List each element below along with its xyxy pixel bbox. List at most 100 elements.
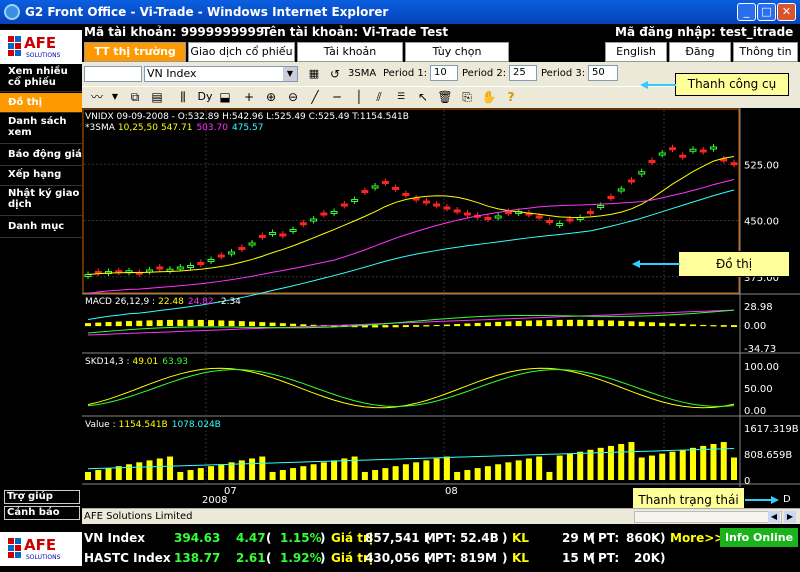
sidebar-item-chart[interactable]: Đồ thị bbox=[0, 93, 82, 113]
refresh-icon[interactable]: ↺ bbox=[326, 65, 344, 83]
macd-bar bbox=[536, 320, 543, 327]
line-chart-icon[interactable]: 〰 bbox=[88, 88, 106, 106]
hand-icon[interactable]: ✋ bbox=[480, 88, 498, 106]
macd-bar bbox=[648, 322, 655, 327]
sidebar-item-price-alert[interactable]: Báo động giá bbox=[0, 146, 82, 166]
macd-bar bbox=[433, 325, 440, 327]
info-online-button[interactable]: Info Online bbox=[720, 528, 798, 547]
close-button[interactable]: ✕ bbox=[777, 3, 796, 21]
candle-body bbox=[422, 200, 430, 204]
period-icon[interactable]: Dy bbox=[196, 88, 214, 106]
zoom-out-icon[interactable]: ⊖ bbox=[284, 88, 302, 106]
help-button[interactable]: Trợ giúp bbox=[4, 490, 80, 504]
vnindex-name: VN Index bbox=[84, 531, 145, 545]
macd-bar bbox=[105, 322, 112, 327]
candle-body bbox=[392, 187, 400, 190]
tab-trading[interactable]: Giao dịch cổ phiếu bbox=[188, 42, 295, 62]
stock-chart[interactable]: 375.00450.00525.0028.980.00-34.73100.005… bbox=[82, 108, 800, 508]
minimize-button[interactable]: _ bbox=[737, 3, 756, 21]
chevron-down-icon[interactable]: ▼ bbox=[283, 67, 297, 81]
tab-english[interactable]: English bbox=[605, 42, 667, 62]
copy-icon[interactable]: ⎘ bbox=[458, 88, 476, 106]
candle-body bbox=[238, 247, 246, 250]
color-grid-icon[interactable]: ▦ bbox=[305, 65, 323, 83]
help-icon[interactable]: ? bbox=[502, 88, 520, 106]
value-bar bbox=[648, 455, 655, 480]
tab-info[interactable]: Thông tin bbox=[733, 42, 798, 62]
skd-v1: 49.01 bbox=[132, 357, 158, 367]
date-icon[interactable]: ⬓ bbox=[216, 88, 234, 106]
scroll-right-icon[interactable]: ▶ bbox=[784, 511, 796, 523]
macd-bar bbox=[597, 320, 604, 327]
sidebar-item-journal[interactable]: Nhật ký giao dịch bbox=[0, 188, 82, 216]
period2-input[interactable]: 25 bbox=[509, 65, 537, 81]
fibo-icon[interactable]: ☰ bbox=[392, 88, 410, 106]
maximize-button[interactable]: □ bbox=[757, 3, 776, 21]
scroll-left-icon[interactable]: ◀ bbox=[768, 511, 780, 523]
symbol-select[interactable]: VN Index ▼ bbox=[144, 66, 298, 82]
delete-icon[interactable]: 🗑 bbox=[436, 88, 454, 106]
tab-account[interactable]: Tài khoản bbox=[297, 42, 403, 62]
chart-type-dropdown-icon[interactable]: ▼ bbox=[106, 88, 124, 106]
macd-v3: -2.34 bbox=[218, 297, 242, 307]
more-link[interactable]: More>> bbox=[670, 531, 724, 545]
macd-bar bbox=[546, 320, 553, 327]
crosshair-icon[interactable]: + bbox=[240, 88, 258, 106]
value-prefix: Value : bbox=[85, 420, 116, 430]
candle-body bbox=[207, 259, 215, 262]
value-bar bbox=[689, 447, 696, 480]
candle-icon[interactable]: ⫼ bbox=[174, 88, 192, 106]
candle-body bbox=[228, 251, 236, 255]
vline-icon[interactable]: │ bbox=[350, 88, 368, 106]
tab-logout[interactable]: Đăng thoát bbox=[669, 42, 731, 76]
value-bar bbox=[126, 464, 133, 480]
period1-input[interactable]: 10 bbox=[430, 65, 458, 81]
macd-bar bbox=[689, 324, 696, 327]
export-icon[interactable]: ⧉ bbox=[126, 88, 144, 106]
macd-prefix: MACD 26,12,9 : bbox=[85, 297, 155, 307]
status-edge: D bbox=[783, 494, 791, 505]
macd-bar bbox=[669, 323, 676, 327]
channel-icon[interactable]: ⫽ bbox=[370, 88, 388, 106]
sidebar-item-ranking[interactable]: Xếp hạng bbox=[0, 166, 82, 186]
tab-market[interactable]: TT thị trường bbox=[84, 42, 186, 62]
macd-bar bbox=[382, 325, 389, 328]
macd-bar bbox=[146, 320, 153, 327]
candle-body bbox=[463, 212, 471, 216]
sidebar-item-portfolio[interactable]: Danh mục bbox=[0, 218, 82, 238]
value-bar bbox=[402, 464, 409, 480]
value-bar bbox=[290, 468, 297, 480]
symbol-box[interactable] bbox=[84, 66, 142, 82]
value-v1: 1154.541B bbox=[119, 420, 168, 430]
arrow-toolbar-icon bbox=[640, 81, 676, 89]
callout-chart: Đồ thị bbox=[678, 251, 790, 277]
horizontal-scrollbar[interactable] bbox=[634, 511, 782, 523]
zoom-in-icon[interactable]: ⊕ bbox=[262, 88, 280, 106]
macd-bar bbox=[515, 320, 522, 327]
trendline-icon[interactable]: ╱ bbox=[306, 88, 324, 106]
value-bar bbox=[474, 468, 481, 480]
login-id: Mã đăng nhập: test_itrade bbox=[615, 25, 794, 39]
value-bar bbox=[279, 470, 286, 480]
value-bar bbox=[515, 460, 522, 480]
candle-body bbox=[433, 203, 441, 207]
value-bar bbox=[218, 464, 225, 480]
candle-body bbox=[371, 185, 379, 189]
candle-body bbox=[443, 206, 451, 210]
hline-icon[interactable]: ─ bbox=[328, 88, 346, 106]
print-icon[interactable]: ▤ bbox=[148, 88, 166, 106]
period3-input[interactable]: 50 bbox=[588, 65, 618, 81]
footer-logo-sub: SOLUTIONS bbox=[26, 554, 61, 561]
callout-toolbar: Thanh công cụ bbox=[675, 73, 789, 96]
alert-button[interactable]: Cảnh báo bbox=[4, 506, 80, 520]
macd-bar bbox=[167, 319, 174, 327]
sidebar-item-watchlist[interactable]: Danh sách xem bbox=[0, 116, 82, 144]
sidebar-item-multi-stock[interactable]: Xem nhiều cổ phiếu bbox=[0, 66, 82, 92]
hastc-pct: 1.92% bbox=[280, 551, 322, 565]
pointer-icon[interactable]: ↖ bbox=[414, 88, 432, 106]
macd-bar bbox=[126, 321, 133, 327]
macd-bar bbox=[587, 319, 594, 327]
tab-options[interactable]: Tùy chọn bbox=[405, 42, 509, 62]
account-bar: Mã tài khoản: 9999999999 Tên tài khoản: … bbox=[0, 24, 800, 42]
candle-body bbox=[535, 215, 543, 219]
